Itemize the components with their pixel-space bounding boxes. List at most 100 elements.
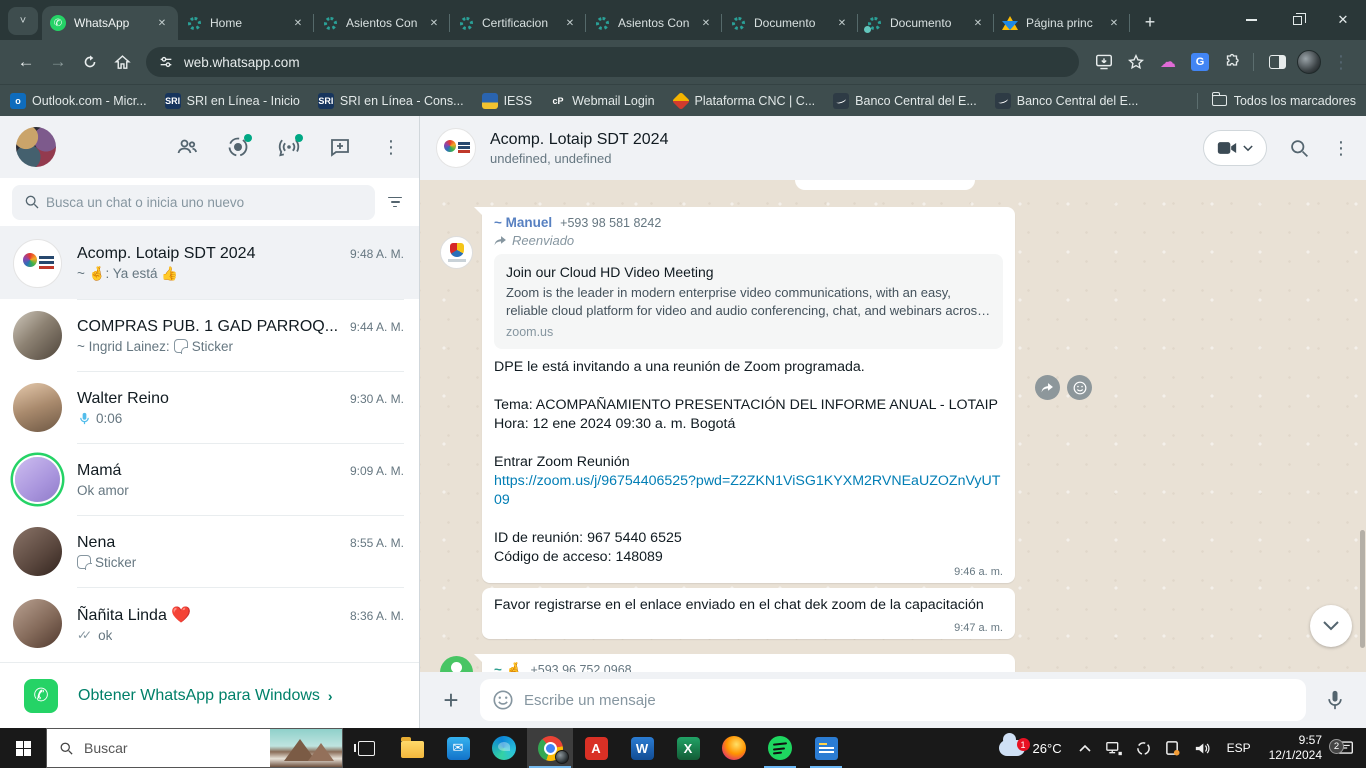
bookmark-sri-consultas[interactable]: SRISRI en Línea - Cons... bbox=[318, 93, 464, 109]
bookmark-bce-2[interactable]: Banco Central del E... bbox=[995, 93, 1139, 109]
tab-asientos-1[interactable]: Asientos Con ✕ bbox=[314, 6, 450, 40]
tab-close-icon[interactable]: ✕ bbox=[970, 15, 986, 31]
bookmark-webmail[interactable]: cPWebmail Login bbox=[550, 93, 654, 109]
tab-search-button[interactable]: ˅ bbox=[8, 7, 38, 35]
chat-row-nena[interactable]: Nena8:55 A. M. Sticker bbox=[0, 515, 419, 587]
chat-row-walter-reino[interactable]: Walter Reino9:30 A. M. 0:06 bbox=[0, 371, 419, 443]
chat-row-mama[interactable]: Mamá9:09 A. M. Ok amor bbox=[0, 443, 419, 515]
bookmark-bce-1[interactable]: Banco Central del E... bbox=[833, 93, 977, 109]
emoji-picker-icon[interactable] bbox=[492, 689, 514, 711]
filter-chats-button[interactable] bbox=[383, 190, 407, 214]
spotify-button[interactable] bbox=[757, 728, 803, 768]
report-app-button[interactable] bbox=[803, 728, 849, 768]
messages-pane[interactable]: ~ Manuel +593 98 581 8242 Reenviado Join… bbox=[420, 180, 1366, 672]
all-bookmarks-button[interactable]: Todos los marcadores bbox=[1197, 93, 1356, 109]
bookmark-iess[interactable]: IESS bbox=[482, 93, 533, 109]
back-button[interactable]: ← bbox=[10, 46, 42, 78]
network-icon[interactable] bbox=[1098, 741, 1129, 756]
address-bar[interactable]: web.whatsapp.com bbox=[146, 47, 1079, 77]
pdf-app-button[interactable]: A bbox=[573, 728, 619, 768]
new-chat-button[interactable] bbox=[328, 135, 352, 159]
bookmark-outlook[interactable]: oOutlook.com - Micr... bbox=[10, 93, 147, 109]
message-bubble[interactable]: Favor registrarse en el enlace enviado e… bbox=[482, 588, 1015, 639]
close-button[interactable]: ✕ bbox=[1320, 0, 1366, 40]
volume-icon[interactable] bbox=[1187, 741, 1218, 756]
tab-close-icon[interactable]: ✕ bbox=[1106, 15, 1122, 31]
clipboard-icon[interactable] bbox=[1158, 740, 1187, 756]
extension-cloud-icon[interactable]: ☁ bbox=[1153, 47, 1183, 77]
tab-close-icon[interactable]: ✕ bbox=[834, 15, 850, 31]
group-avatar[interactable] bbox=[436, 128, 476, 168]
browser-menu-button[interactable]: ⋮ bbox=[1326, 47, 1356, 77]
tab-close-icon[interactable]: ✕ bbox=[154, 15, 170, 31]
minimize-button[interactable] bbox=[1228, 0, 1274, 40]
chat-row-nanita[interactable]: Ñañita Linda ❤️8:36 A. M. ✓✓ok bbox=[0, 587, 419, 659]
clock[interactable]: 9:57 12/1/2024 bbox=[1260, 733, 1331, 763]
restore-button[interactable] bbox=[1274, 0, 1320, 40]
install-app-button[interactable] bbox=[1089, 47, 1119, 77]
tray-expand-button[interactable] bbox=[1072, 744, 1098, 752]
video-call-button[interactable] bbox=[1203, 130, 1267, 166]
reload-button[interactable] bbox=[74, 46, 106, 78]
chat-avatar-status-ring[interactable] bbox=[15, 457, 60, 502]
onedrive-icon[interactable] bbox=[1129, 741, 1158, 756]
forward-button[interactable]: → bbox=[42, 46, 74, 78]
message-bubble[interactable]: ~ Manuel +593 98 581 8242 Reenviado Join… bbox=[482, 207, 1015, 583]
home-button[interactable] bbox=[106, 46, 138, 78]
chat-row-compras[interactable]: COMPRAS PUB. 1 GAD PARROQ...9:44 A. M. ~… bbox=[0, 299, 419, 371]
task-view-button[interactable] bbox=[343, 728, 389, 768]
status-button[interactable] bbox=[226, 135, 250, 159]
messages-scrollbar[interactable] bbox=[1360, 530, 1365, 648]
sender-name[interactable]: ~ Manuel bbox=[494, 215, 552, 230]
conversation-menu-button[interactable]: ⋮ bbox=[1332, 139, 1350, 157]
taskbar-search[interactable] bbox=[46, 728, 343, 768]
word-button[interactable]: W bbox=[619, 728, 665, 768]
communities-button[interactable] bbox=[175, 135, 199, 159]
search-highlight-image[interactable] bbox=[270, 729, 342, 767]
side-panel-button[interactable] bbox=[1262, 47, 1292, 77]
bookmark-cnc[interactable]: Plataforma CNC | C... bbox=[673, 93, 816, 109]
mail-button[interactable]: ✉ bbox=[435, 728, 481, 768]
extension-translate-icon[interactable]: G bbox=[1185, 47, 1215, 77]
forward-message-button[interactable] bbox=[1035, 375, 1060, 400]
chrome-button[interactable] bbox=[527, 728, 573, 768]
chat-row-acomp-lotaip[interactable]: Acomp. Lotaip SDT 20249:48 A. M. ~ 🤞: Ya… bbox=[0, 227, 419, 299]
tab-documento-2[interactable]: Documento ✕ bbox=[858, 6, 994, 40]
bookmark-sri-inicio[interactable]: SRISRI en Línea - Inicio bbox=[165, 93, 300, 109]
sender-avatar[interactable] bbox=[440, 656, 473, 672]
message-bubble[interactable]: ~ 🤞 +593 96 752 0968 bbox=[482, 654, 1015, 672]
message-input-box[interactable] bbox=[480, 679, 1306, 721]
voice-record-button[interactable] bbox=[1320, 689, 1350, 711]
language-indicator[interactable]: ESP bbox=[1218, 741, 1260, 755]
tab-drive[interactable]: Página princ ✕ bbox=[994, 6, 1130, 40]
edge-button[interactable] bbox=[481, 728, 527, 768]
extensions-button[interactable] bbox=[1217, 47, 1247, 77]
zoom-meeting-link[interactable]: https://zoom.us/j/96754406525?pwd=Z2ZKN1… bbox=[494, 472, 1003, 510]
link-preview-card[interactable]: Join our Cloud HD Video Meeting Zoom is … bbox=[494, 254, 1003, 349]
excel-button[interactable]: X bbox=[665, 728, 711, 768]
chat-search-input[interactable] bbox=[46, 195, 363, 210]
react-emoji-button[interactable] bbox=[1067, 375, 1092, 400]
scroll-to-bottom-button[interactable] bbox=[1310, 605, 1352, 647]
tab-home[interactable]: Home ✕ bbox=[178, 6, 314, 40]
action-center-button[interactable]: 2 bbox=[1331, 740, 1366, 756]
weather-widget[interactable]: 1 26°C bbox=[989, 740, 1072, 756]
message-input[interactable] bbox=[524, 692, 1294, 709]
tab-certificacion[interactable]: Certificacion ✕ bbox=[450, 6, 586, 40]
sender-name[interactable]: ~ 🤞 bbox=[494, 662, 522, 672]
tab-asientos-2[interactable]: Asientos Con ✕ bbox=[586, 6, 722, 40]
channels-button[interactable] bbox=[277, 135, 301, 159]
start-button[interactable] bbox=[0, 728, 46, 768]
tab-close-icon[interactable]: ✕ bbox=[698, 15, 714, 31]
tab-close-icon[interactable]: ✕ bbox=[290, 15, 306, 31]
tab-documento-1[interactable]: Documento ✕ bbox=[722, 6, 858, 40]
my-profile-avatar[interactable] bbox=[16, 127, 56, 167]
file-explorer-button[interactable] bbox=[389, 728, 435, 768]
get-windows-banner[interactable]: ✆ Obtener WhatsApp para Windows › bbox=[0, 662, 419, 728]
firefox-button[interactable] bbox=[711, 728, 757, 768]
tab-close-icon[interactable]: ✕ bbox=[426, 15, 442, 31]
bookmark-star-button[interactable] bbox=[1121, 47, 1151, 77]
tab-whatsapp[interactable]: ✆ WhatsApp ✕ bbox=[42, 6, 178, 40]
search-in-chat-button[interactable] bbox=[1289, 138, 1310, 159]
new-tab-button[interactable]: + bbox=[1136, 8, 1164, 36]
